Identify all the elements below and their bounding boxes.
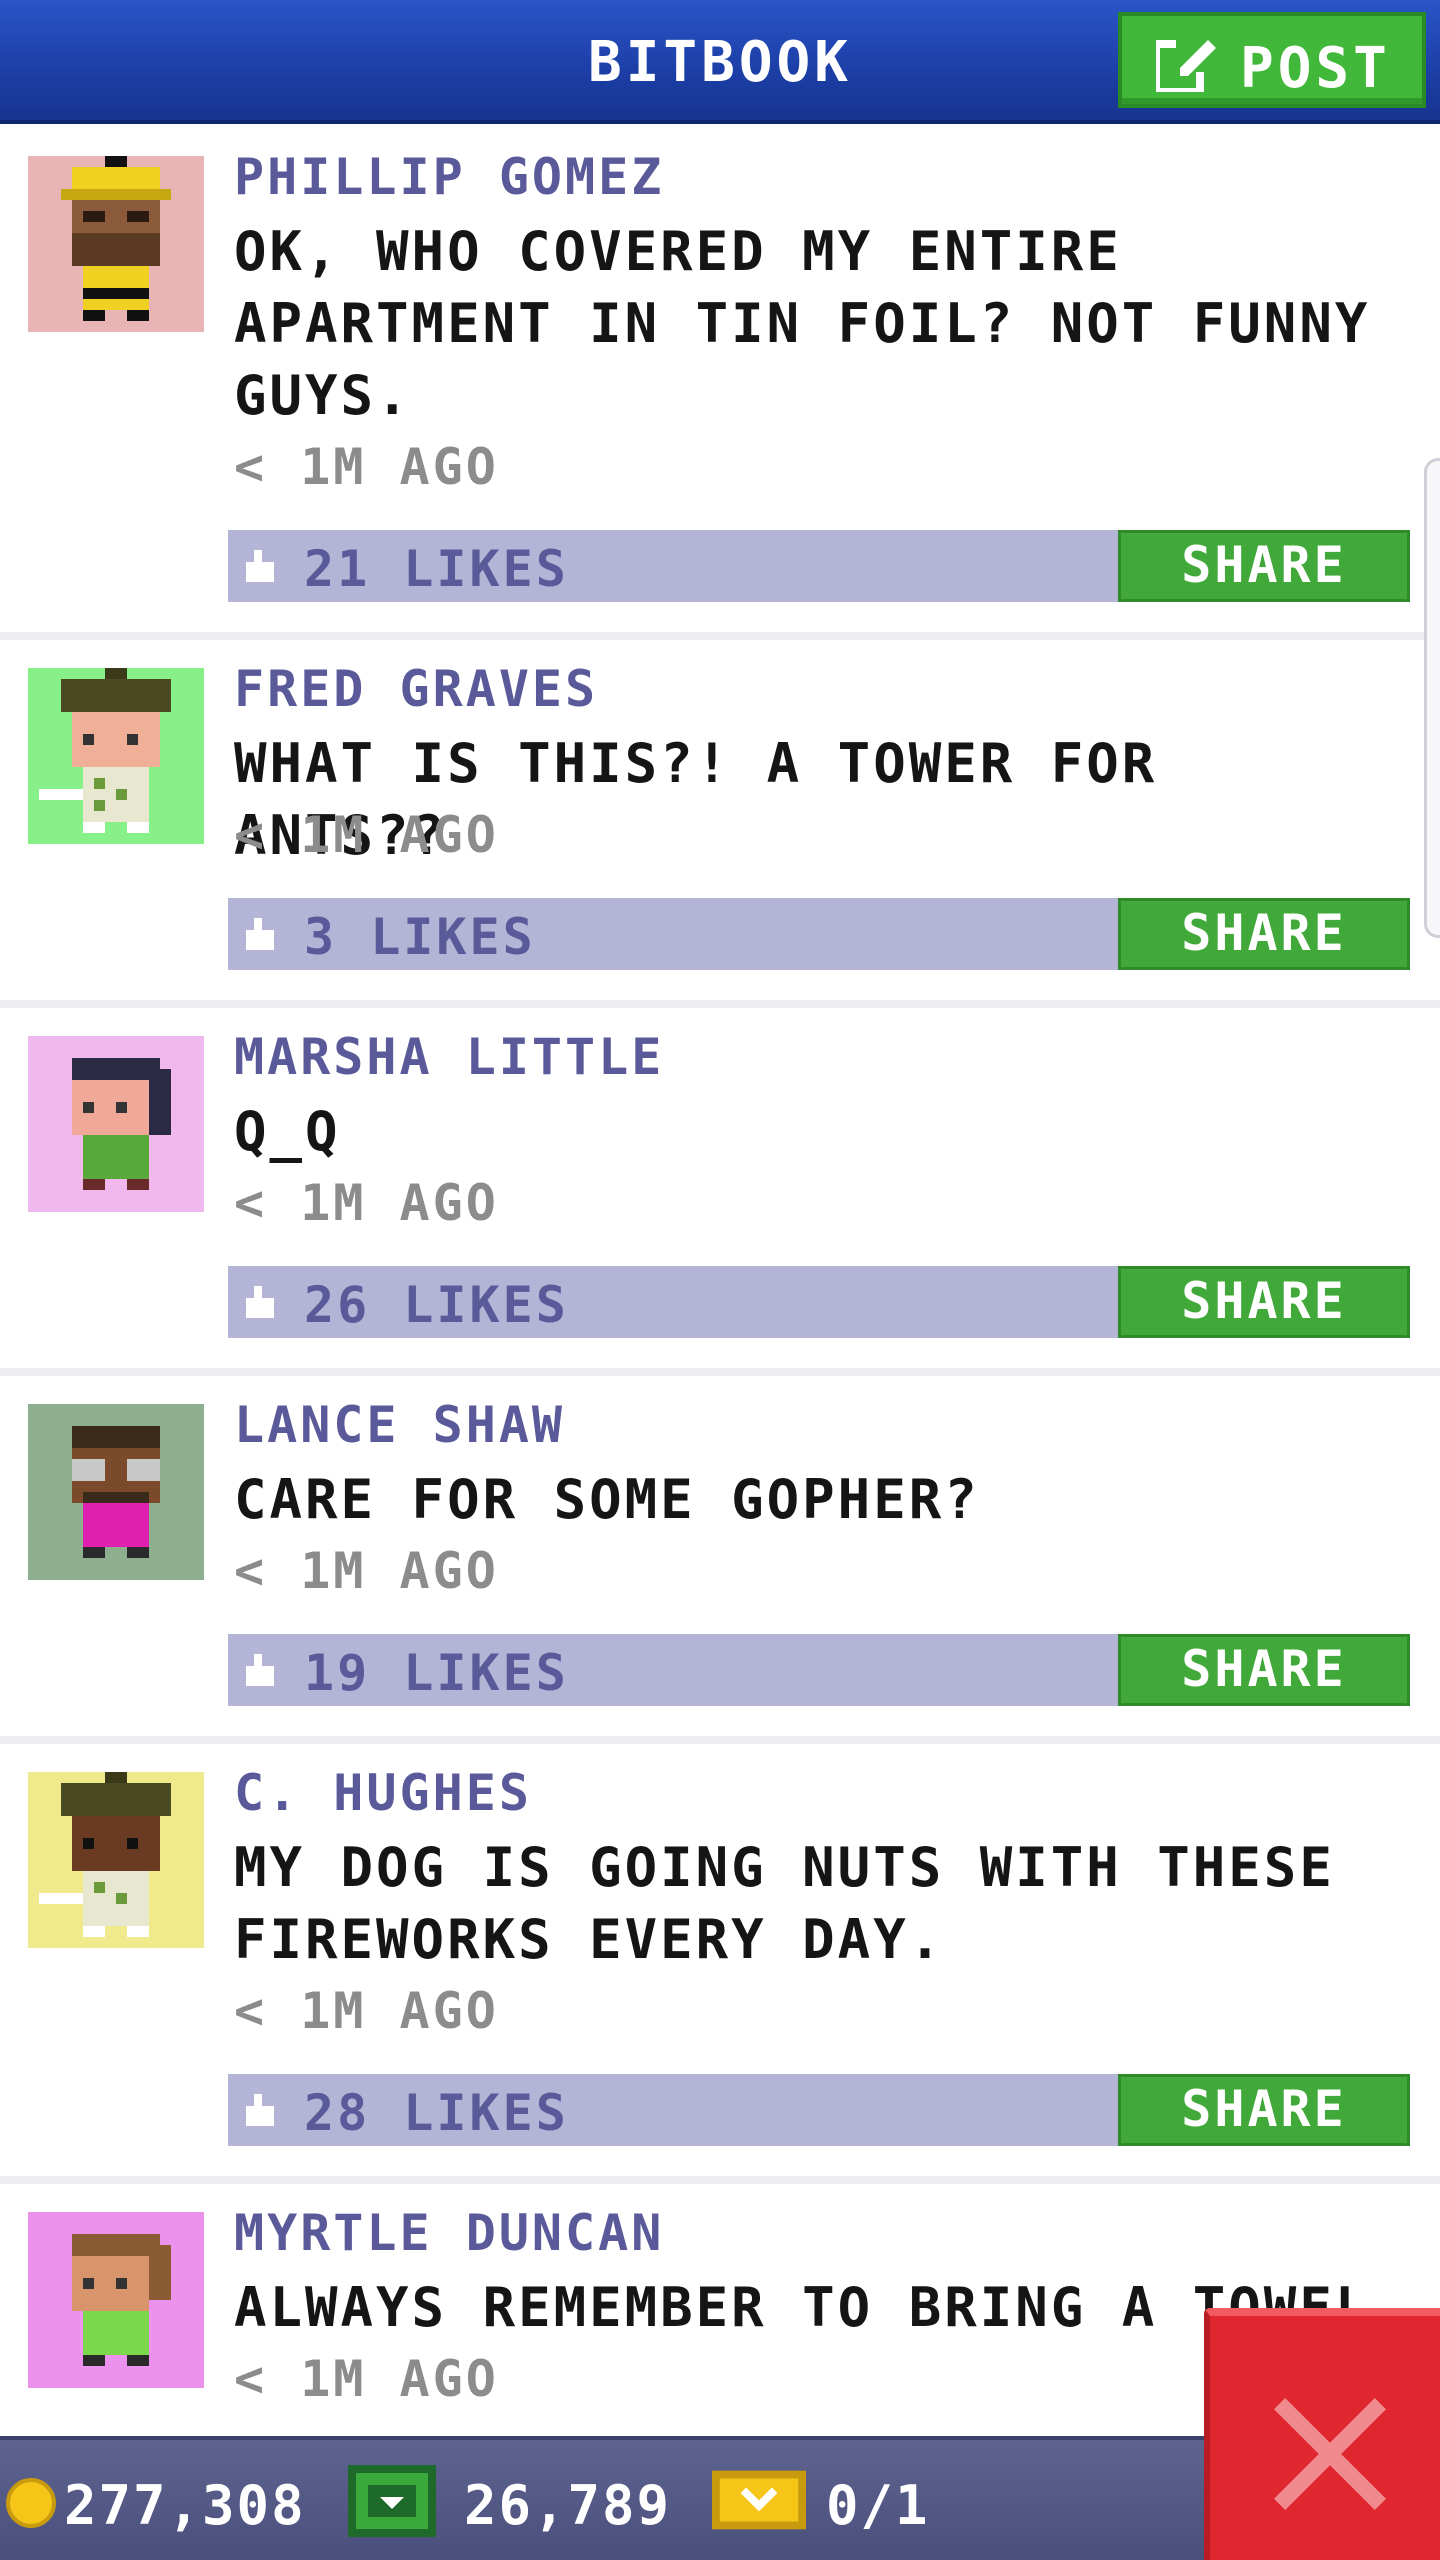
thumbs-up-icon xyxy=(246,2094,274,2126)
avatar[interactable] xyxy=(28,1404,204,1580)
avatar-image xyxy=(28,1404,204,1580)
post-likes: 19 LIKES xyxy=(304,1644,569,1702)
post-action-bar: 19 LIKES SHARE xyxy=(228,1634,1410,1706)
close-button[interactable] xyxy=(1204,2308,1440,2560)
avatar-image xyxy=(28,156,204,332)
scrollbar[interactable] xyxy=(1424,458,1440,938)
post-time: < 1M AGO xyxy=(234,1542,499,1600)
post-time: < 1M AGO xyxy=(234,1982,499,2040)
thumbs-up-icon xyxy=(246,1286,274,1318)
share-button[interactable]: SHARE xyxy=(1118,2074,1410,2146)
coins-count: 277,308 xyxy=(64,2474,306,2537)
post-likes: 26 LIKES xyxy=(304,1276,569,1334)
feed-post: MARSHA LITTLE Q_Q < 1M AGO 26 LIKES SHAR… xyxy=(0,1008,1440,1376)
post-message: OK, WHO COVERED MY ENTIRE APARTMENT IN T… xyxy=(234,220,1371,427)
avatar-image xyxy=(28,668,204,844)
post-author[interactable]: FRED GRAVES xyxy=(234,660,598,718)
post-action-bar: 28 LIKES SHARE xyxy=(228,2074,1410,2146)
post-button-label: POST xyxy=(1240,36,1391,101)
feed[interactable]: PHILLIP GOMEZ OK, WHO COVERED MY ENTIRE … xyxy=(0,128,1440,2436)
thumbs-up-icon xyxy=(246,918,274,950)
post-author[interactable]: LANCE SHAW xyxy=(234,1396,565,1454)
post-likes: 28 LIKES xyxy=(304,2084,569,2142)
post-author[interactable]: MYRTLE DUNCAN xyxy=(234,2204,664,2262)
bux-icon xyxy=(348,2465,436,2537)
post-time: < 1M AGO xyxy=(234,1174,499,1232)
post-likes: 21 LIKES xyxy=(304,540,569,598)
bux-count: 26,789 xyxy=(464,2474,672,2537)
share-button[interactable]: SHARE xyxy=(1118,898,1410,970)
share-button[interactable]: SHARE xyxy=(1118,1266,1410,1338)
coin-icon xyxy=(6,2478,56,2528)
post-time: < 1M AGO xyxy=(234,806,499,864)
ticket-icon xyxy=(712,2470,806,2530)
avatar[interactable] xyxy=(28,156,204,332)
app-header: BITBOOK POST xyxy=(0,0,1440,124)
post-action-bar: 3 LIKES SHARE xyxy=(228,898,1410,970)
avatar[interactable] xyxy=(28,668,204,844)
avatar-image xyxy=(28,1772,204,1948)
avatar[interactable] xyxy=(28,1036,204,1212)
share-button[interactable]: SHARE xyxy=(1118,1634,1410,1706)
post-button[interactable]: POST xyxy=(1118,12,1426,108)
share-button[interactable]: SHARE xyxy=(1118,530,1410,602)
feed-post: PHILLIP GOMEZ OK, WHO COVERED MY ENTIRE … xyxy=(0,128,1440,640)
post-message: ALWAYS REMEMBER TO BRING A TOWEL xyxy=(234,2276,1371,2339)
thumbs-up-icon xyxy=(246,1654,274,1686)
post-time: < 1M AGO xyxy=(234,438,499,496)
post-message: CARE FOR SOME GOPHER? xyxy=(234,1468,980,1531)
post-author[interactable]: C. HUGHES xyxy=(234,1764,532,1822)
thumbs-up-icon xyxy=(246,550,274,582)
tickets-count: 0/1 xyxy=(826,2474,930,2537)
feed-post: LANCE SHAW CARE FOR SOME GOPHER? < 1M AG… xyxy=(0,1376,1440,1744)
post-author[interactable]: PHILLIP GOMEZ xyxy=(234,148,664,206)
feed-post: C. HUGHES MY DOG IS GOING NUTS WITH THES… xyxy=(0,1744,1440,2184)
edit-icon xyxy=(1156,36,1216,92)
avatar[interactable] xyxy=(28,2212,204,2388)
post-time: < 1M AGO xyxy=(234,2350,499,2408)
post-message: Q_Q xyxy=(234,1100,341,1163)
post-message: MY DOG IS GOING NUTS WITH THESE FIREWORK… xyxy=(234,1836,1335,1971)
post-likes: 3 LIKES xyxy=(304,908,536,966)
feed-post: FRED GRAVES WHAT IS THIS?! A TOWER FOR A… xyxy=(0,640,1440,1008)
avatar-image xyxy=(28,1036,204,1212)
post-action-bar: 21 LIKES SHARE xyxy=(228,530,1410,602)
close-icon xyxy=(1274,2398,1386,2510)
post-author[interactable]: MARSHA LITTLE xyxy=(234,1028,664,1086)
avatar-image xyxy=(28,2212,204,2388)
avatar[interactable] xyxy=(28,1772,204,1948)
post-action-bar: 26 LIKES SHARE xyxy=(228,1266,1410,1338)
